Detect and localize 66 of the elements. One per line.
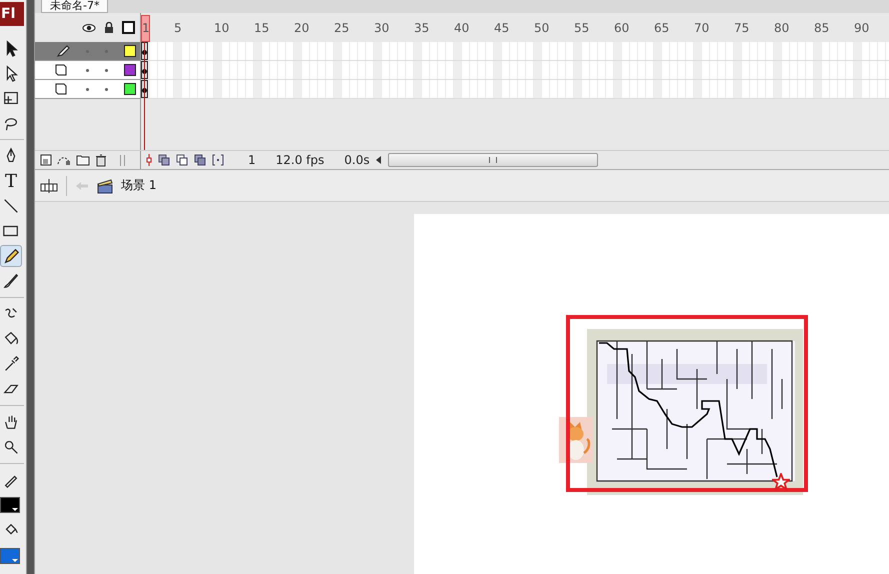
star-icon (772, 473, 790, 491)
eye-icon[interactable] (82, 22, 96, 32)
playhead[interactable] (141, 15, 150, 42)
center-frame-icon[interactable] (158, 154, 170, 166)
frame-number: 50 (534, 21, 550, 35)
trash-icon[interactable] (95, 154, 107, 166)
new-layer-icon[interactable] (40, 154, 52, 166)
scroll-left-icon[interactable] (376, 156, 382, 164)
frame-number: 75 (734, 21, 750, 35)
scene-name[interactable]: 场景 1 (121, 177, 156, 194)
document-tab[interactable]: 未命名-7* (41, 0, 108, 13)
elapsed-time: 0.0s (344, 153, 370, 167)
current-frame: 1 (248, 153, 256, 167)
layer-icon (55, 83, 67, 95)
layer-row[interactable] (35, 61, 140, 80)
frame-number: 30 (374, 21, 390, 35)
hand-icon (2, 413, 20, 431)
frame-number: 15 (254, 21, 270, 35)
layer-icon (55, 64, 67, 76)
layer-color[interactable] (124, 83, 136, 95)
transform-icon (2, 89, 20, 107)
line-icon (2, 197, 20, 215)
lock-icon[interactable] (104, 22, 114, 33)
horizontal-scrollbar[interactable] (388, 153, 598, 167)
resize-grip[interactable] (120, 154, 125, 166)
frame-number: 45 (494, 21, 510, 35)
frame-number: 85 (814, 21, 830, 35)
frame-number: 10 (214, 21, 230, 35)
frame-rate: 12.0 fps (276, 153, 324, 167)
onion-skin-icon[interactable] (176, 154, 188, 166)
layer-row[interactable] (35, 42, 140, 61)
frame-number: 1 (142, 21, 150, 35)
app-logo: Fl (0, 2, 24, 26)
pencil-icon (55, 45, 71, 57)
color-swatch[interactable] (0, 548, 20, 564)
layer-row[interactable] (35, 80, 140, 99)
frame-number: 55 (574, 21, 590, 35)
folder-icon[interactable] (76, 154, 90, 166)
visibility-dot[interactable] (86, 88, 89, 90)
frame-number: 5 (174, 21, 182, 35)
onion-outline-icon[interactable] (194, 154, 206, 166)
zoom-icon (2, 438, 20, 456)
outline-toggle[interactable] (122, 21, 135, 34)
frame-number: 60 (614, 21, 630, 35)
frame-number: 20 (294, 21, 310, 35)
frame-number: 25 (334, 21, 350, 35)
pencil-tool[interactable] (0, 245, 22, 267)
layer-color[interactable] (124, 64, 136, 76)
layer-color[interactable] (124, 45, 136, 57)
frame-number: 80 (774, 21, 790, 35)
frame-number: 40 (454, 21, 470, 35)
color-swatch[interactable] (0, 497, 20, 513)
pencil-icon (2, 247, 20, 265)
frame-number: 65 (654, 21, 670, 35)
frame-number: 35 (414, 21, 430, 35)
playhead-icon[interactable] (146, 154, 152, 166)
edit-frames-icon[interactable] (212, 154, 224, 166)
frame-number: 70 (694, 21, 710, 35)
frame-number: 90 (854, 21, 870, 35)
timeline-toggle-icon[interactable] (40, 178, 58, 194)
lock-dot[interactable] (105, 68, 108, 72)
brush-icon (2, 272, 20, 290)
lock-dot[interactable] (105, 88, 108, 90)
text-tool[interactable]: T (0, 170, 22, 192)
clapperboard-icon (97, 178, 113, 194)
visibility-dot[interactable] (86, 68, 89, 72)
